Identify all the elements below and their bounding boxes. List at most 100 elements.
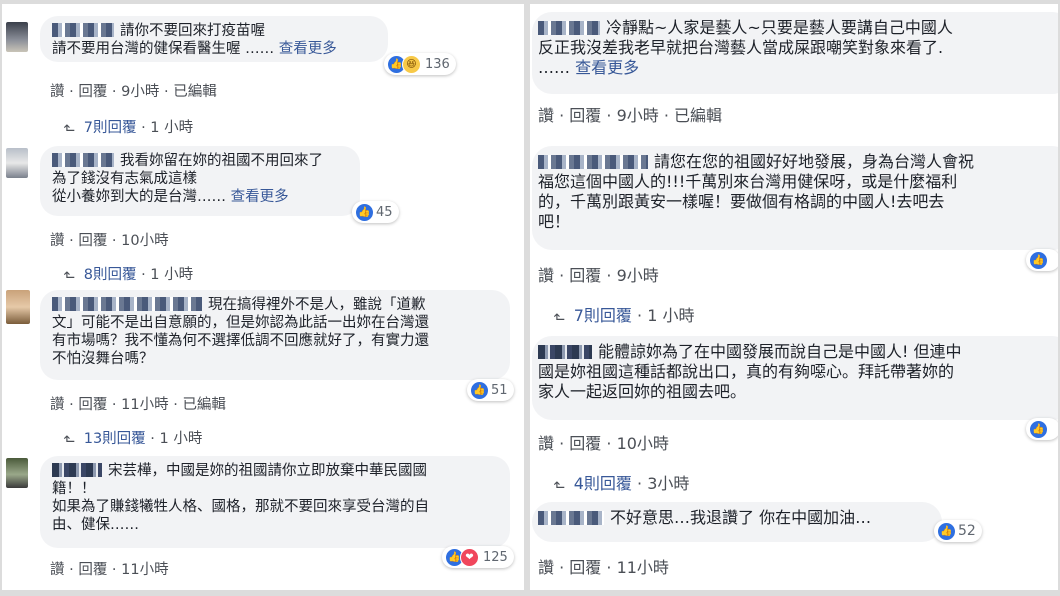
view-replies-link[interactable]: ↳ 7則回覆 · 1 小時	[59, 116, 193, 137]
comment-line-1: 請您在您的祖國好好地發展，身為台灣人會祝	[654, 152, 975, 171]
reply-button[interactable]: 回覆	[78, 562, 107, 578]
comment-actions: 讚 · 回覆 · 9小時 · 已編輯	[538, 106, 723, 125]
reply-arrow-icon: ↳	[59, 122, 76, 134]
view-replies-link[interactable]: ↳ 4則回覆 · 3小時	[549, 470, 690, 494]
like-reaction-icon: 👍	[1029, 419, 1048, 439]
timestamp[interactable]: 9小時	[617, 266, 659, 285]
timestamp[interactable]: 11小時	[121, 397, 168, 413]
comment: 請你不要回來打疫苗喔 請不要用台灣的健保看醫生喔 …… 查看更多 👍 😆 136 讚…	[2, 4, 524, 144]
reply-button[interactable]: 回覆	[78, 84, 107, 100]
view-replies-link[interactable]: ↳ 13則回覆 · 1 小時	[59, 427, 202, 448]
like-button[interactable]: 讚	[50, 84, 65, 100]
comment-bubble: 請你不要回來打疫苗喔 請不要用台灣的健保看醫生喔 …… 查看更多	[40, 16, 388, 62]
comment-line-2: 文」可能不是出自意願的，但是妳認為此話一出妳在台灣還	[52, 315, 429, 331]
see-more-link[interactable]: 查看更多	[575, 58, 639, 77]
commenter-name-blurred[interactable]	[538, 511, 604, 525]
haha-reaction-icon: 😆	[402, 54, 421, 74]
comment: 現在搞得裡外不是人，雖說「道歉 文」可能不是出自意願的，但是妳認為此話一出妳在台…	[2, 288, 524, 452]
comment: 不好意思…我退讚了 你在中國加油… 👍 52 讚 · 回覆 · 11小時	[530, 502, 1058, 590]
comment-line-2: 福您這個中國人的!!!千萬別來台灣用健保呀，或是什麼福利	[538, 172, 958, 191]
comment-line-4: 不怕沒舞台嗎？	[52, 351, 154, 367]
reply-button[interactable]: 回覆	[569, 106, 601, 125]
comment-actions: 讚 · 回覆 · 9小時	[538, 266, 659, 285]
reply-button[interactable]: 回覆	[569, 558, 601, 577]
see-more-link[interactable]: 查看更多	[231, 189, 289, 205]
like-button[interactable]: 讚	[538, 558, 554, 577]
comment-line-3: 家人一起返回妳的祖國去吧。	[538, 382, 747, 401]
like-reaction-icon: 👍	[937, 521, 956, 541]
comment-line-1: 能體諒妳為了在中國發展而說自己是中國人! 但連中	[598, 342, 962, 361]
edited-label: 已編輯	[173, 84, 217, 100]
commenter-name-blurred[interactable]	[538, 21, 600, 35]
commenter-name-blurred[interactable]	[52, 153, 114, 167]
commenter-name-blurred[interactable]	[538, 345, 592, 359]
timestamp[interactable]: 11小時	[617, 558, 669, 577]
like-button[interactable]: 讚	[538, 434, 554, 453]
reaction-count[interactable]: 👍	[1026, 249, 1058, 271]
see-more-link[interactable]: 查看更多	[279, 41, 337, 57]
reaction-count[interactable]: 👍 52	[934, 520, 982, 542]
reply-arrow-icon: ↳	[549, 311, 566, 323]
comment-line-2: 反正我沒差我老早就把台灣藝人當成屎跟嘲笑對象來看了.	[538, 38, 944, 57]
commenter-name-blurred[interactable]	[538, 155, 648, 169]
reaction-count[interactable]: 👍 😆 136	[384, 53, 456, 75]
like-button[interactable]: 讚	[538, 106, 554, 125]
reply-button[interactable]: 回覆	[569, 266, 601, 285]
comment-line-2: 籍！！	[52, 481, 96, 497]
comment-actions: 讚 · 回覆 · 11小時	[50, 562, 169, 578]
comment: 我看妳留在妳的祖國不用回來了 為了錢沒有志氣成這樣 從小養妳到大的是台灣…… 查…	[2, 144, 524, 284]
avatar[interactable]	[6, 458, 28, 488]
comment-bubble: 宋芸樺，中國是妳的祖國請你立即放棄中華民國國 籍！！ 如果為了賺錢犧牲人格、國格…	[40, 456, 510, 548]
comment-actions: 讚 · 回覆 · 10小時	[50, 233, 169, 249]
reaction-count[interactable]: 👍 ❤ 125	[442, 546, 514, 568]
love-reaction-icon: ❤	[460, 547, 479, 567]
reaction-count[interactable]: 👍 51	[467, 379, 514, 401]
left-comment-panel: 請你不要回來打疫苗喔 請不要用台灣的健保看醫生喔 …… 查看更多 👍 😆 136 讚…	[2, 4, 524, 590]
reply-arrow-icon: ↳	[549, 479, 566, 491]
like-button[interactable]: 讚	[50, 233, 65, 249]
comment-line-3: 的，千萬別跟黃安一樣喔！要做個有格調的中國人!去吧去	[538, 192, 945, 211]
comment-line-3: 如果為了賺錢犧牲人格、國格，那就不要回來享受台灣的自	[52, 499, 429, 515]
timestamp[interactable]: 10小時	[617, 434, 669, 453]
comment-bubble: 我看妳留在妳的祖國不用回來了 為了錢沒有志氣成這樣 從小養妳到大的是台灣…… 查…	[40, 146, 360, 216]
comment-actions: 讚 · 回覆 · 11小時 · 已編輯	[50, 397, 226, 413]
edited-label: 已編輯	[674, 106, 723, 125]
commenter-name-blurred[interactable]	[52, 23, 114, 37]
avatar[interactable]	[6, 148, 28, 178]
timestamp[interactable]: 9小時	[121, 84, 159, 100]
like-button[interactable]: 讚	[50, 397, 65, 413]
comment-line-2: 請不要用台灣的健保看醫生喔 ……	[52, 41, 275, 57]
view-replies-link[interactable]: ↳ 7則回覆 · 1 小時	[549, 302, 695, 326]
comment-line-1: 我看妳留在妳的祖國不用回來了	[120, 153, 323, 169]
commenter-name-blurred[interactable]	[52, 297, 202, 311]
view-replies-link[interactable]: ↳ 8則回覆 · 1 小時	[59, 263, 193, 284]
timestamp[interactable]: 9小時	[617, 106, 659, 125]
reaction-count[interactable]: 👍	[1026, 418, 1058, 440]
comment-bubble: 請您在您的祖國好好地發展，身為台灣人會祝 福您這個中國人的!!!千萬別來台灣用健…	[532, 146, 1058, 250]
reply-button[interactable]: 回覆	[569, 434, 601, 453]
reply-arrow-icon: ↳	[59, 269, 76, 281]
comment-line-1: 宋芸樺，中國是妳的祖國請你立即放棄中華民國國	[108, 463, 427, 479]
comment-line-3: 從小養妳到大的是台灣……	[52, 189, 226, 205]
timestamp[interactable]: 11小時	[121, 562, 168, 578]
edited-label: 已編輯	[182, 397, 226, 413]
comment-bubble: 冷靜點~人家是藝人~只要是藝人要講自己中國人 反正我沒差我老早就把台灣藝人當成屎…	[532, 12, 1058, 94]
commenter-name-blurred[interactable]	[52, 463, 102, 477]
reply-button[interactable]: 回覆	[78, 233, 107, 249]
reply-button[interactable]: 回覆	[78, 397, 107, 413]
comment-line-2: 國是妳祖國這種話都說出口，真的有夠噁心。拜託帶著妳的	[538, 362, 955, 381]
comment-line-1: 冷靜點~人家是藝人~只要是藝人要講自己中國人	[606, 18, 953, 37]
reaction-count[interactable]: 👍 45	[352, 201, 399, 223]
timestamp[interactable]: 10小時	[121, 233, 168, 249]
like-reaction-icon: 👍	[1029, 250, 1048, 270]
comment-line-1: 請你不要回來打疫苗喔	[52, 22, 376, 40]
like-button[interactable]: 讚	[50, 562, 65, 578]
like-button[interactable]: 讚	[538, 266, 554, 285]
comment: 冷靜點~人家是藝人~只要是藝人要講自己中國人 反正我沒差我老早就把台灣藝人當成屎…	[530, 4, 1058, 134]
avatar[interactable]	[6, 290, 30, 324]
comment-actions: 讚 · 回覆 · 10小時	[538, 434, 669, 453]
comment: 請您在您的祖國好好地發展，身為台灣人會祝 福您這個中國人的!!!千萬別來台灣用健…	[530, 146, 1058, 326]
avatar[interactable]	[6, 22, 28, 52]
reply-arrow-icon: ↳	[59, 433, 76, 445]
comment-line-4: 由、健保……	[52, 517, 139, 533]
